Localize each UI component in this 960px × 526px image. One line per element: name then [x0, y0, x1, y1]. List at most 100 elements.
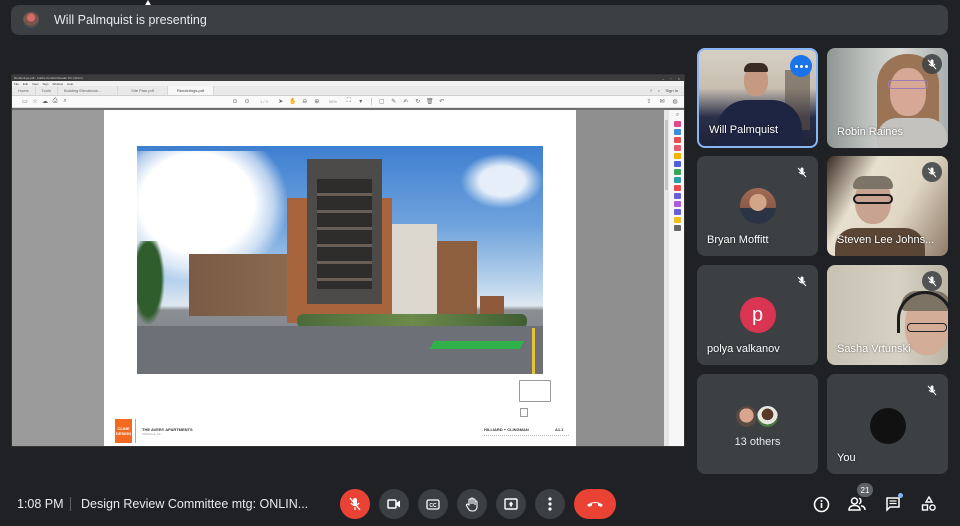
road	[137, 326, 543, 374]
participant-name: Steven Lee Johns...	[837, 234, 935, 246]
title-divider	[135, 419, 136, 443]
meeting-title: Design Review Committee mtg: ONLIN...	[81, 497, 309, 511]
glasses	[853, 194, 893, 204]
tile-others[interactable]: 13 others	[697, 374, 818, 474]
participant-avatar	[735, 405, 758, 428]
minimize-icon: –	[662, 75, 665, 81]
pdf-page: CLINE DESIGN THE AVERY APARTMENTS ASHEVI…	[104, 110, 576, 446]
presenter-avatar-icon	[23, 12, 39, 28]
page-indicator: 1 / 3	[260, 99, 268, 104]
sheet-number: A1.1	[555, 427, 564, 432]
select-cursor-icon: ➤	[278, 99, 284, 105]
menu-view: View	[32, 81, 39, 86]
tile-polya-valkanov[interactable]: p polya valkanov	[697, 265, 818, 365]
logo-line-2: DESIGN	[115, 431, 132, 436]
tab-tools: Tools	[36, 86, 59, 95]
menu-file: File	[14, 81, 19, 86]
raise-hand-icon	[465, 496, 478, 512]
presenting-text: Will Palmquist is presenting	[54, 13, 207, 27]
present-screen-icon	[504, 498, 518, 510]
acrobat-tool-icon	[674, 153, 681, 159]
bike-lane	[429, 341, 525, 349]
zoom-out-icon: ⊖	[302, 99, 308, 105]
participant-name: polya valkanov	[707, 343, 780, 355]
mic-off-icon	[922, 54, 942, 74]
mic-off-icon	[922, 162, 942, 182]
upload-cloud-icon: ☁	[42, 99, 48, 105]
chat-icon	[886, 497, 900, 512]
menu-window: Window	[52, 81, 64, 86]
hang-up-icon	[587, 502, 603, 507]
tile-will-palmquist[interactable]: Will Palmquist	[697, 48, 818, 148]
shared-screen: Renderings.pdf - Adobe Acrobat Reader DC…	[11, 74, 685, 447]
key-plan	[519, 380, 551, 402]
participant-initial-avatar: p	[739, 297, 776, 333]
acrobat-tool-icon	[674, 137, 681, 143]
acrobat-tool-icon	[674, 209, 681, 215]
more-options-button[interactable]	[535, 489, 565, 519]
acrobat-tool-icon	[674, 201, 681, 207]
mic-off-icon	[792, 271, 812, 291]
search-icon: ⌕	[63, 98, 67, 104]
menu-sign: Sign	[42, 81, 49, 86]
tile-robin-raines[interactable]: Robin Raines	[827, 48, 948, 148]
tile-steven-lee-johnson[interactable]: Steven Lee Johns...	[827, 156, 948, 256]
acrobat-toolbar: ▭ ☆ ☁ ⎙ ⌕ ⊙ ⊙ 1 / 3 ➤ ✋ ⊖ ⊕ 50% ⛶ ▾ ▢ ✎ …	[12, 96, 684, 108]
pen-icon: ✎	[391, 99, 397, 105]
participant-name: You	[837, 452, 856, 464]
glasses	[888, 80, 928, 89]
people-icon	[848, 497, 866, 511]
camera-toggle-button[interactable]	[379, 489, 409, 519]
sign-icon: ✍	[403, 99, 409, 105]
building-back	[189, 254, 289, 316]
next-page-icon: ⊙	[244, 99, 250, 105]
meet-window: Will Palmquist is presenting Renderings.…	[0, 0, 960, 526]
building-far	[437, 241, 477, 321]
mic-off-icon	[349, 497, 361, 511]
sign-in-link: Sign In	[665, 88, 678, 93]
participant-name: Will Palmquist	[709, 124, 779, 136]
chat-unread-dot	[898, 493, 903, 498]
tile-you[interactable]: You	[827, 374, 948, 474]
tab-building-elevations: Building Elevations...	[58, 86, 119, 95]
meeting-details-button[interactable]	[809, 492, 833, 516]
tile-sasha-vrtunski[interactable]: Sasha Vrtunski	[827, 265, 948, 365]
delete-icon: 🗑	[426, 99, 434, 105]
window-title: Renderings.pdf - Adobe Acrobat Reader DC…	[14, 76, 83, 80]
more-options-icon[interactable]	[790, 55, 812, 77]
activities-shapes-icon	[921, 496, 936, 511]
close-icon: ×	[677, 75, 680, 81]
acrobat-tool-icon	[674, 177, 681, 183]
building-rendering	[137, 146, 543, 374]
scroll-mode-icon: ▾	[359, 99, 363, 105]
leave-call-button[interactable]	[574, 489, 616, 519]
create-icon: ▭	[22, 99, 28, 105]
others-avatars	[735, 405, 779, 428]
menu-help: Help	[67, 81, 74, 86]
activities-button[interactable]	[917, 492, 941, 516]
mail-icon: ✉	[659, 99, 665, 105]
help-icon: ?	[649, 88, 653, 93]
tree	[137, 241, 165, 326]
tab-home: Home	[12, 86, 36, 95]
tab-renderings: Renderings.pdf	[168, 86, 215, 95]
scrollbar-thumb	[665, 120, 668, 190]
tile-bryan-moffitt[interactable]: Bryan Moffitt	[697, 156, 818, 256]
project-location: ASHEVILLE, NC	[142, 433, 161, 436]
raise-hand-button[interactable]	[457, 489, 487, 519]
acrobat-tool-icon	[674, 145, 681, 151]
acrobat-tool-icon	[674, 169, 681, 175]
zoom-value: 50%	[328, 99, 337, 104]
present-now-button[interactable]	[496, 489, 526, 519]
captions-button[interactable]: CC	[418, 489, 448, 519]
building-light	[392, 224, 437, 324]
info-icon	[813, 496, 829, 512]
mic-off-icon	[922, 271, 942, 291]
microphone-toggle-button[interactable]	[340, 489, 370, 519]
bookmark-star-icon: ☆	[32, 99, 38, 105]
zoom-tool-icon: ⌕	[675, 112, 680, 118]
meeting-time: 1:08 PM	[17, 497, 64, 511]
participants-count-badge: 21	[857, 483, 873, 497]
bar-divider	[70, 497, 71, 511]
participant-name: Bryan Moffitt	[707, 234, 769, 246]
